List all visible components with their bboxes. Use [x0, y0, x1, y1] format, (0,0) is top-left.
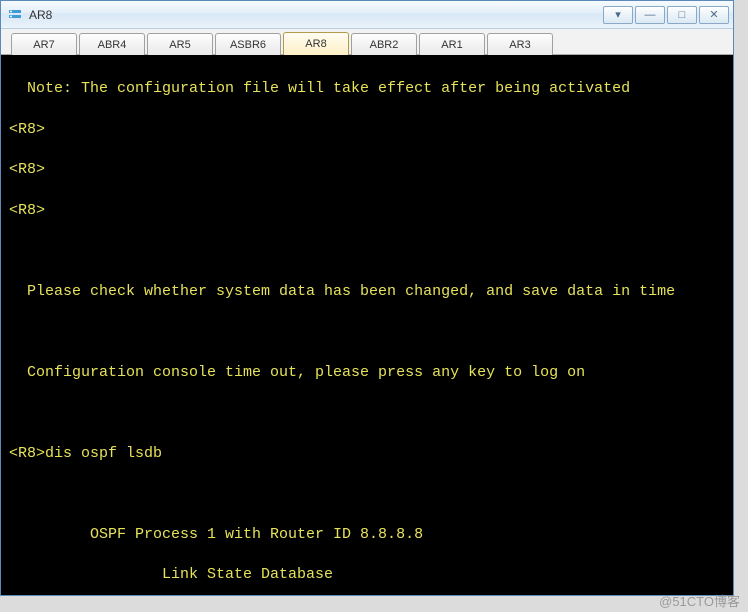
maximize-button[interactable]: □ [667, 6, 697, 24]
terminal-line: Configuration console time out, please p… [9, 363, 725, 383]
tab-label: AR8 [305, 38, 326, 50]
tab-ar1[interactable]: AR1 [419, 33, 485, 55]
tab-abr2[interactable]: ABR2 [351, 33, 417, 55]
window-extra-button[interactable]: ▾ [603, 6, 633, 24]
terminal-blank [9, 241, 725, 261]
terminal-line: Please check whether system data has bee… [9, 282, 725, 302]
tab-label: ABR4 [98, 39, 127, 51]
tab-label: ASBR6 [230, 39, 266, 51]
terminal-command: <R8>dis ospf lsdb [9, 444, 725, 464]
app-icon [7, 7, 23, 23]
terminal-prompt: <R8> [9, 160, 725, 180]
tab-label: AR5 [169, 39, 190, 51]
ospf-header: OSPF Process 1 with Router ID 8.8.8.8 [9, 525, 725, 545]
terminal-prompt: <R8> [9, 201, 725, 221]
tab-abr4[interactable]: ABR4 [79, 33, 145, 55]
terminal-prompt: <R8> [9, 120, 725, 140]
tab-asbr6[interactable]: ASBR6 [215, 33, 281, 55]
tab-ar5[interactable]: AR5 [147, 33, 213, 55]
minimize-button[interactable]: — [635, 6, 665, 24]
terminal-blank [9, 403, 725, 423]
tab-label: AR3 [509, 39, 530, 51]
application-window: AR8 ▾ — □ ✕ AR7 ABR4 AR5 ASBR6 AR8 ABR2 … [0, 0, 734, 596]
tab-label: AR7 [33, 39, 54, 51]
tab-ar7[interactable]: AR7 [11, 33, 77, 55]
terminal-blank [9, 484, 725, 504]
close-button[interactable]: ✕ [699, 6, 729, 24]
titlebar[interactable]: AR8 ▾ — □ ✕ [1, 1, 733, 29]
lsdb-header: Link State Database [9, 565, 725, 585]
window-title: AR8 [29, 8, 52, 22]
tab-bar: AR7 ABR4 AR5 ASBR6 AR8 ABR2 AR1 AR3 [1, 29, 733, 55]
tab-label: AR1 [441, 39, 462, 51]
tab-label: ABR2 [370, 39, 399, 51]
tab-ar8[interactable]: AR8 [283, 32, 349, 55]
terminal-output[interactable]: Note: The configuration file will take e… [1, 55, 733, 595]
watermark-text: @51CTO博客 [659, 591, 740, 610]
tab-ar3[interactable]: AR3 [487, 33, 553, 55]
terminal-line: Note: The configuration file will take e… [9, 79, 725, 99]
terminal-blank [9, 322, 725, 342]
